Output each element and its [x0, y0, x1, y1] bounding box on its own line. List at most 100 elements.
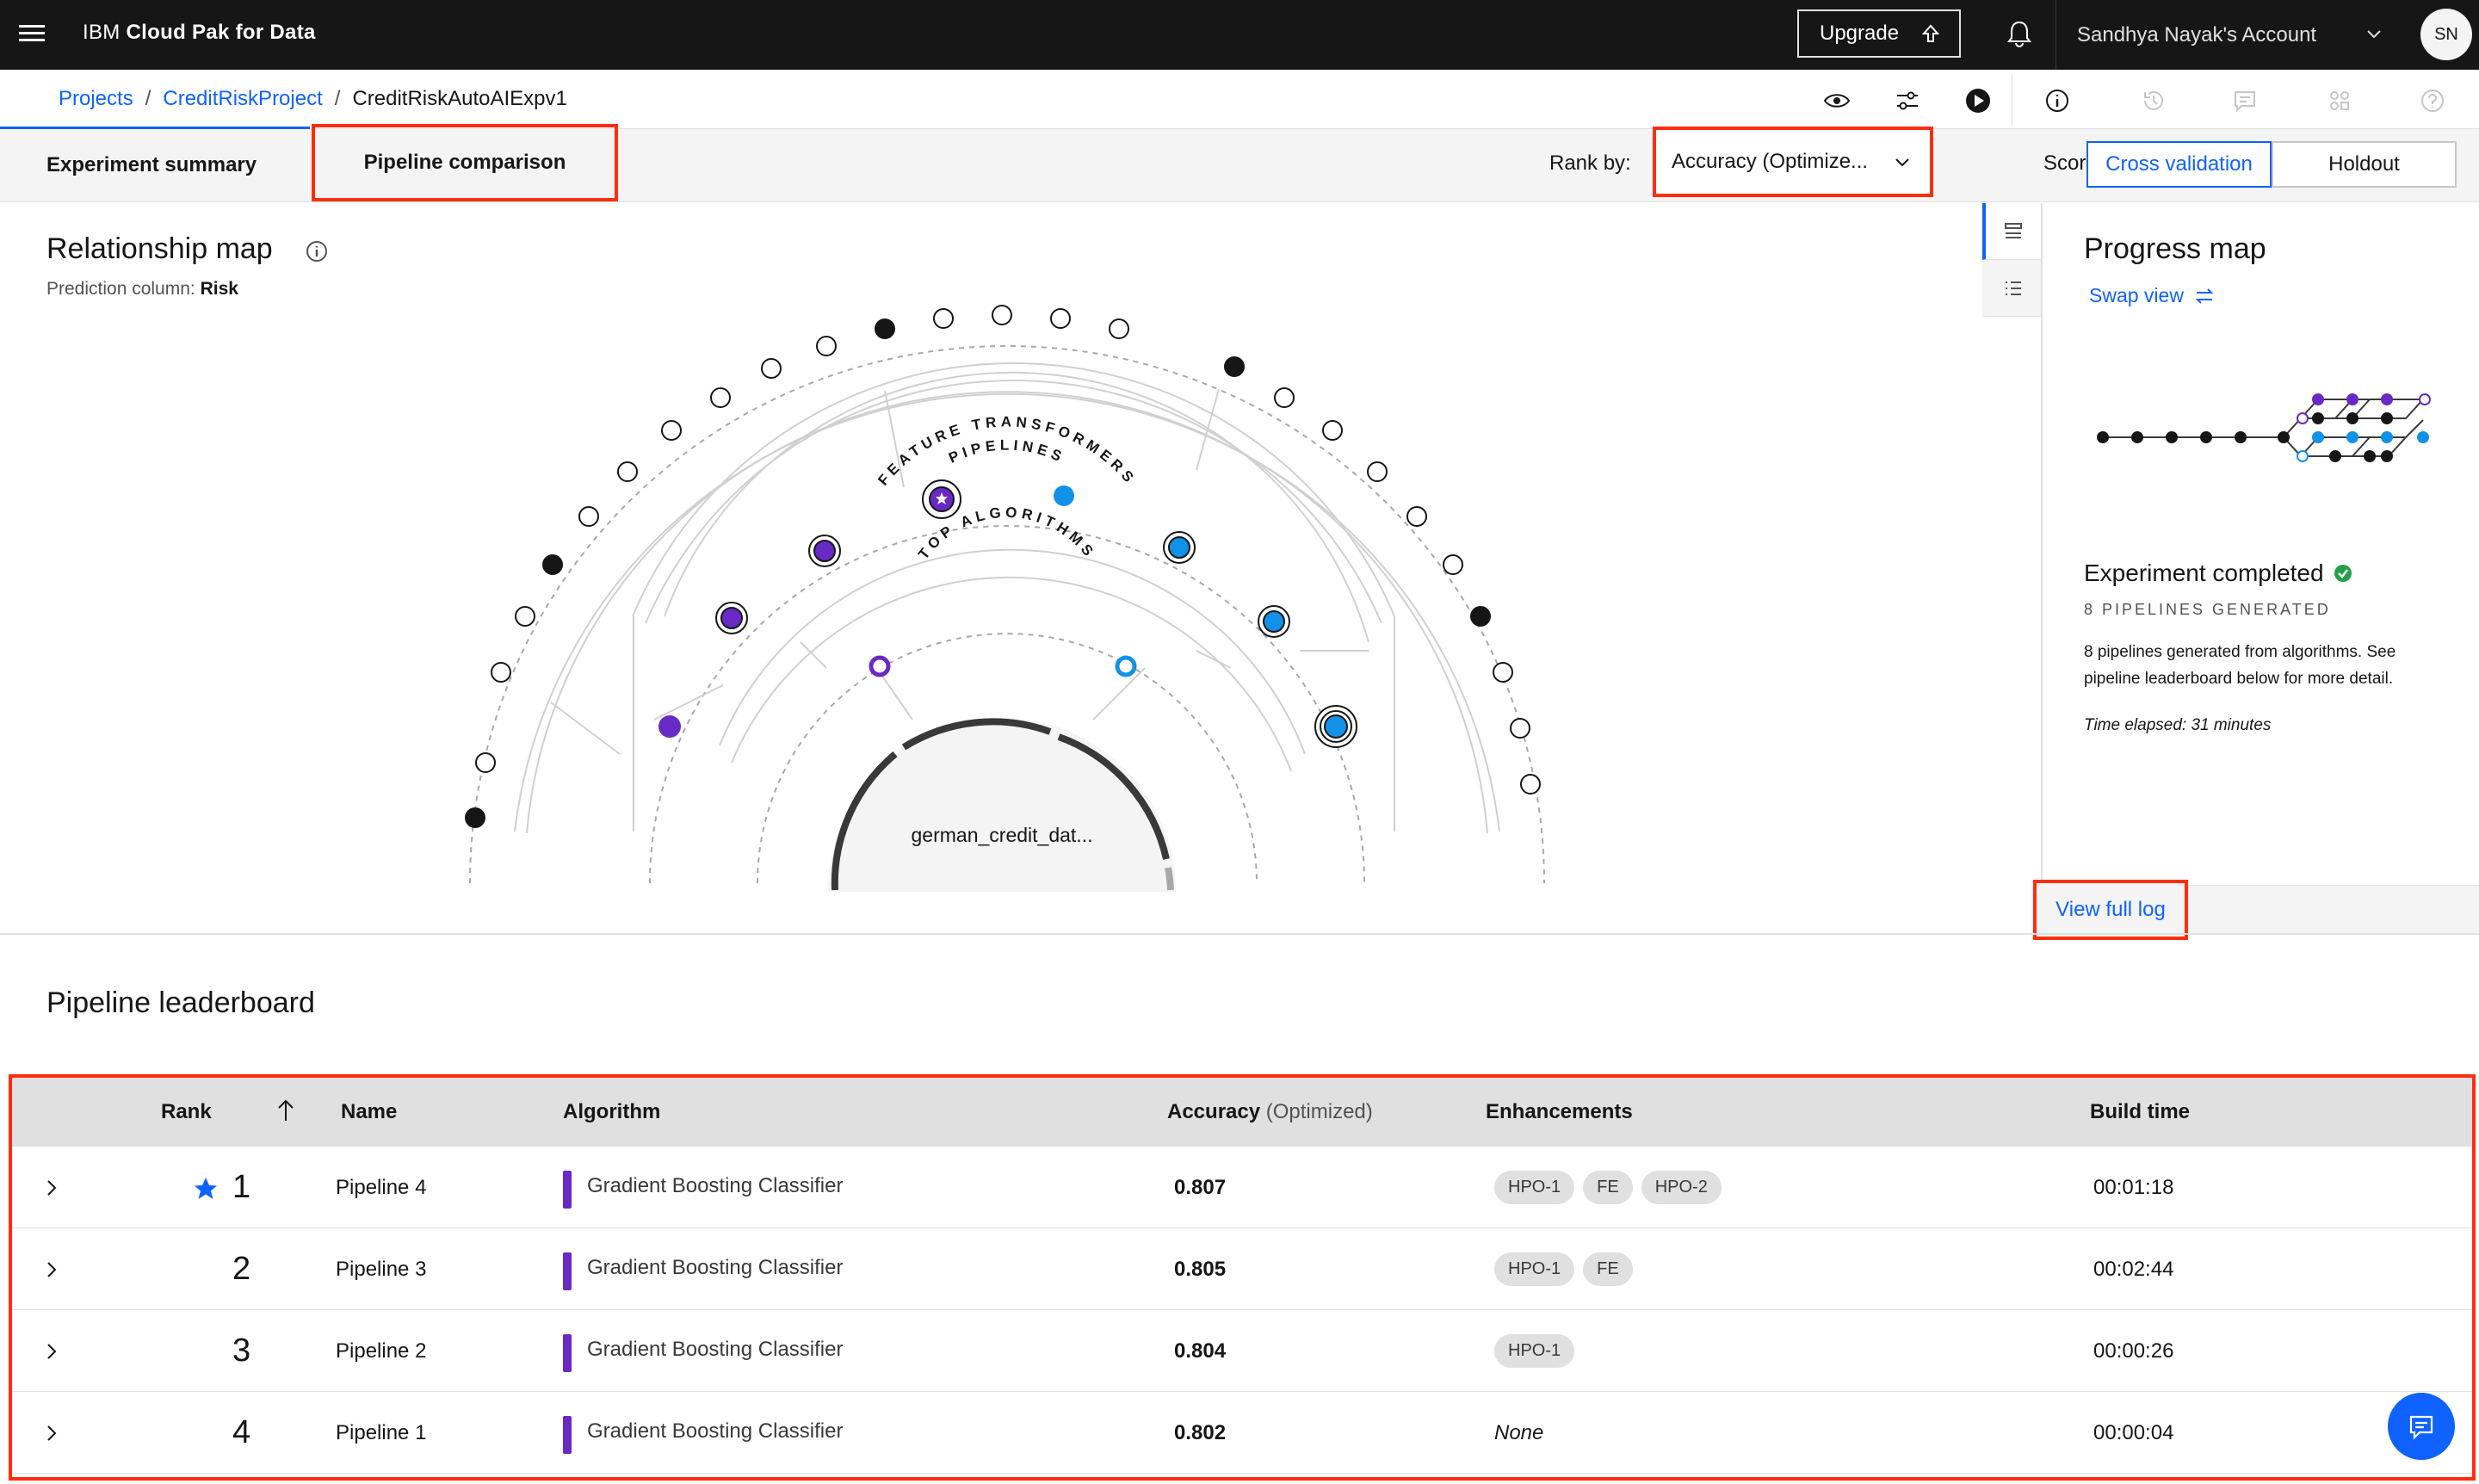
chevron-right-icon[interactable] [41, 1341, 62, 1362]
settings-sliders-icon[interactable] [1892, 85, 1923, 116]
algorithm-color-indicator [563, 1252, 572, 1290]
algorithm-name: Gradient Boosting Classifier [587, 1338, 844, 1361]
progress-map-diagram [2097, 393, 2431, 462]
swap-view-label: Swap view [2089, 284, 2184, 306]
chevron-right-icon[interactable] [41, 1259, 62, 1280]
information-icon[interactable] [2042, 85, 2073, 116]
rank-column-header[interactable]: Rank [161, 1100, 212, 1124]
enhancement-tag: HPO-1 [1494, 1252, 1575, 1286]
breadcrumb-current: CreditRiskAutoAIExpv1 [352, 87, 567, 110]
comments-icon[interactable] [2229, 85, 2260, 116]
accuracy-column-header[interactable]: Accuracy (Optimized) [1167, 1100, 1373, 1124]
leaderboard-title: Pipeline leaderboard [46, 986, 315, 1019]
breadcrumb: Projects / CreditRiskProject / CreditRis… [59, 87, 567, 111]
progress-map-panel: Progress map Swap view Experiment comple… [2041, 203, 2479, 933]
rank-value: 1 [232, 1169, 251, 1205]
menu-icon[interactable] [19, 21, 48, 50]
sort-ascending-icon[interactable] [275, 1098, 296, 1122]
section-divider [0, 933, 2479, 935]
build-time-column-header[interactable]: Build time [2090, 1100, 2190, 1124]
table-row[interactable]: 3 Pipeline 2 Gradient Boosting Classifie… [12, 1310, 2472, 1392]
pipelines-label: PIPELINES [946, 437, 1063, 467]
breadcrumb-separator: / [334, 87, 341, 110]
accuracy-value: 0.807 [1174, 1176, 1227, 1199]
algorithm-name: Gradient Boosting Classifier [587, 1174, 844, 1197]
bulleted-list-icon [2006, 281, 2021, 295]
prediction-column: Prediction column: Risk [46, 279, 238, 299]
map-view-switcher [1982, 203, 2041, 318]
account-switcher[interactable]: Sandhya Nayak's Account [2056, 0, 2426, 70]
enhancement-tag: HPO-1 [1494, 1171, 1575, 1204]
rank-value: 2 [232, 1251, 251, 1287]
table-header: Rank Name Algorithm Accuracy (Optimized)… [12, 1078, 2472, 1147]
notification-bell-icon[interactable] [2002, 17, 2037, 52]
score-cross-validation[interactable]: Cross validation [2086, 141, 2272, 188]
chevron-right-icon[interactable] [41, 1423, 62, 1444]
table-row[interactable]: 1 Pipeline 4 Gradient Boosting Classifie… [12, 1147, 2472, 1228]
tab-experiment-summary[interactable]: Experiment summary [46, 129, 257, 201]
algorithm-column-header[interactable]: Algorithm [563, 1100, 660, 1124]
algorithm-name: Gradient Boosting Classifier [587, 1256, 844, 1279]
run-icon[interactable] [1963, 85, 1994, 116]
top-navigation-bar: IBM Cloud Pak for Data Upgrade Sandhya N… [0, 0, 2479, 70]
accuracy-value: 0.802 [1174, 1421, 1227, 1444]
help-icon[interactable] [2417, 85, 2448, 116]
table-row[interactable]: 4 Pipeline 1 Gradient Boosting Classifie… [12, 1392, 2472, 1474]
dataset-name[interactable]: german_credit_dat... [912, 824, 1093, 846]
table-row[interactable]: 2 Pipeline 3 Gradient Boosting Classifie… [12, 1228, 2472, 1310]
accuracy-value: 0.805 [1174, 1258, 1227, 1281]
pipelines-generated-count: 8 PIPELINES GENERATED [2084, 601, 2331, 618]
time-elapsed: Time elapsed: 31 minutes [2084, 716, 2272, 734]
relationship-map-panel: Relationship map Prediction column: Risk [0, 203, 1983, 933]
experiment-tabs-bar: Experiment summary Pipeline comparison R… [0, 124, 2479, 202]
chat-icon [2409, 1415, 2433, 1440]
algorithm-color-indicator [563, 1334, 572, 1372]
user-avatar[interactable]: SN [2420, 9, 2472, 60]
product-name[interactable]: IBM Cloud Pak for Data [83, 21, 316, 45]
algorithm-color-indicator [563, 1416, 572, 1454]
progress-map-title: Progress map [2084, 232, 2266, 265]
leaderboard-table: Rank Name Algorithm Accuracy (Optimized)… [12, 1078, 2472, 1474]
rank-by-value: Accuracy (Optimize... [1672, 150, 1869, 173]
score-holdout[interactable]: Holdout [2272, 141, 2457, 188]
enhancements-column-header[interactable]: Enhancements [1486, 1100, 1633, 1124]
checkmark-filled-icon [2334, 565, 2352, 582]
view-full-log-link[interactable]: View full log [2033, 880, 2188, 940]
chat-button[interactable] [2388, 1393, 2455, 1460]
details-tab[interactable] [1982, 260, 2041, 317]
tab-pipeline-comparison[interactable]: Pipeline comparison [312, 124, 618, 201]
upgrade-arrow-icon [1921, 24, 1940, 42]
pipeline-name: Pipeline 4 [336, 1176, 427, 1199]
rank-by-label: Rank by: [1549, 151, 1631, 175]
svg-text:PIPELINES: PIPELINES [946, 437, 1067, 467]
enhancement-tag: FE [1583, 1171, 1633, 1204]
build-time-value: 00:01:18 [2093, 1176, 2174, 1199]
score-toggle: Cross validation Holdout [2086, 141, 2457, 188]
breadcrumb-project[interactable]: CreditRiskProject [163, 87, 322, 111]
algorithm-name: Gradient Boosting Classifier [587, 1419, 844, 1443]
information-icon[interactable] [305, 239, 329, 263]
enhancement-tags: HPO-1 FE [1494, 1252, 1633, 1286]
pipeline-name: Pipeline 2 [336, 1339, 427, 1363]
breadcrumb-projects[interactable]: Projects [59, 87, 133, 111]
upgrade-button[interactable]: Upgrade [1797, 9, 1961, 58]
eye-icon[interactable] [1821, 85, 1852, 116]
enhancement-tag: FE [1583, 1252, 1633, 1286]
chevron-right-icon[interactable] [41, 1178, 62, 1198]
algorithm-color-indicator [563, 1171, 572, 1209]
enhancement-tag: HPO-2 [1641, 1171, 1722, 1204]
apps-icon[interactable] [2324, 85, 2355, 116]
chevron-down-icon [2367, 30, 2381, 39]
experiment-status: Experiment completed [2084, 560, 2353, 587]
rank-by-dropdown[interactable]: Accuracy (Optimize... [1653, 127, 1933, 197]
pipeline-name: Pipeline 1 [336, 1421, 427, 1444]
star-filled-icon [195, 1178, 217, 1199]
progress-map-tab[interactable] [1982, 203, 2041, 260]
no-enhancements: None [1494, 1421, 1544, 1444]
name-column-header[interactable]: Name [341, 1100, 397, 1124]
enhancement-tags: HPO-1 [1494, 1334, 1575, 1368]
swap-view-link[interactable]: Swap view [2089, 284, 2215, 307]
build-time-value: 00:00:26 [2093, 1339, 2174, 1363]
experiment-status-text: Experiment completed [2084, 560, 2324, 586]
history-icon[interactable] [2138, 85, 2169, 116]
